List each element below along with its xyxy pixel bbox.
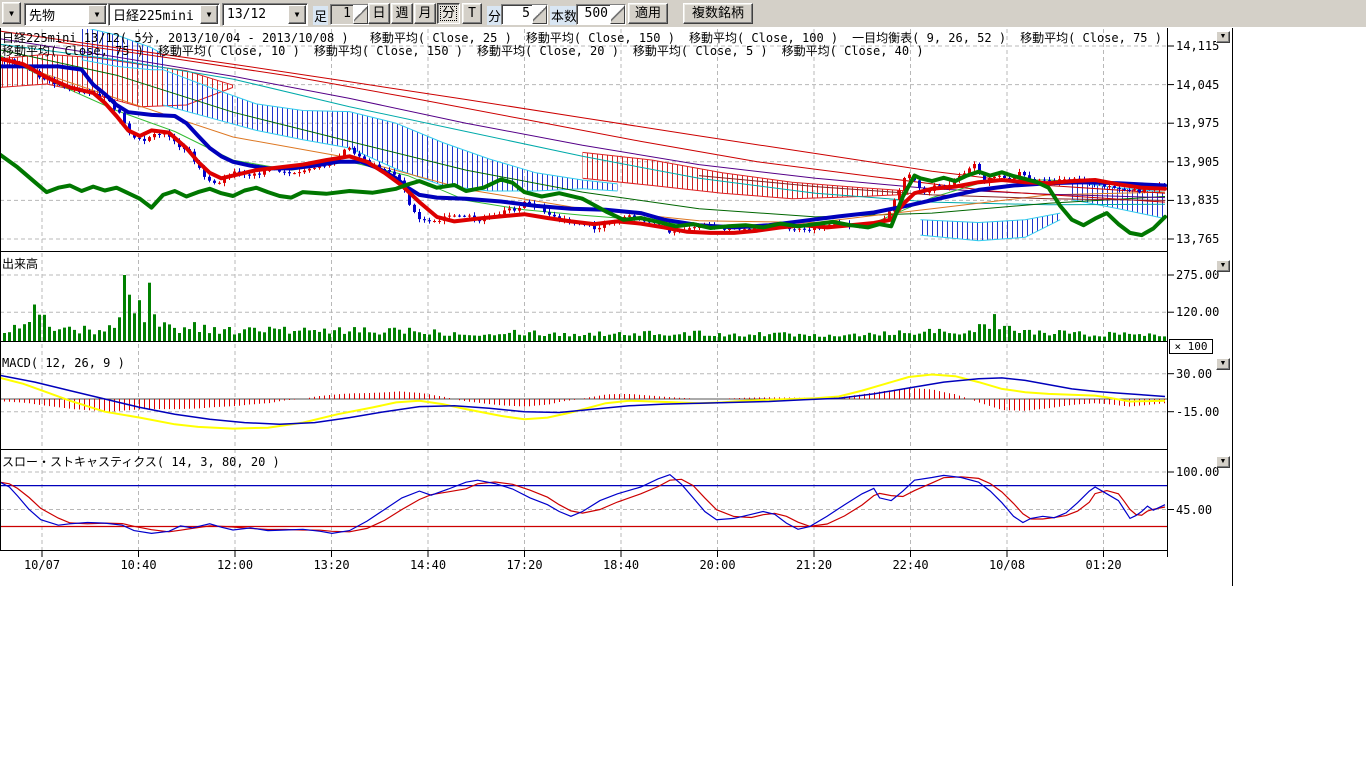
time-axis-label: 13:20 <box>313 558 349 572</box>
indicator-row: 移動平均( Close, 75 ) 移動平均( Close, 10 ) 移動平均( … <box>2 42 938 59</box>
time-axis-label: 22:40 <box>892 558 928 572</box>
volume-scale-menu-button[interactable]: ▼ <box>1216 260 1230 272</box>
indicator-label: 移動平均( Close, 10 ) <box>158 44 300 58</box>
chart-area: 日経225mini 13/12( 5分, 2013/10/04 - 2013/1… <box>0 0 1366 768</box>
macd-axis-label: -15.00 <box>1176 405 1219 419</box>
chart-application-window: ▼ 先物 ▼ 日経225mini ▼ 13/12 ▼ 足 1 日 週 月 分 T… <box>0 0 1366 768</box>
macd-axis-label: 30.00 <box>1176 367 1212 381</box>
price-axis-label: 14,115 <box>1176 39 1219 53</box>
time-axis-label: 12:00 <box>217 558 253 572</box>
time-axis-label: 14:40 <box>410 558 446 572</box>
indicator-label: 移動平均( Close, 40 ) <box>782 44 924 58</box>
indicator-label: 移動平均( Close, 75 ) <box>2 44 144 58</box>
time-axis-label: 18:40 <box>603 558 639 572</box>
price-scale-menu-button[interactable]: ▼ <box>1216 31 1230 43</box>
time-axis-label: 10:40 <box>120 558 156 572</box>
stoch-scale-menu-button[interactable]: ▼ <box>1216 456 1230 468</box>
macd-series <box>0 375 1167 429</box>
volume-multiplier-box: × 100 <box>1169 339 1213 354</box>
price-axis-label: 13,975 <box>1176 116 1219 130</box>
volume-axis-label: 275.00 <box>1176 268 1219 282</box>
price-axis-label: 13,765 <box>1176 232 1219 246</box>
volume-axis-label: 120.00 <box>1176 305 1219 319</box>
indicator-label: 移動平均( Close, 75 ) <box>1020 31 1162 45</box>
time-axis-label: 10/07 <box>24 558 60 572</box>
price-axis-label: 13,835 <box>1176 193 1219 207</box>
indicator-label: 移動平均( Close, 150 ) <box>314 44 463 58</box>
time-axis-label: 20:00 <box>699 558 735 572</box>
time-axis-label: 01:20 <box>1085 558 1121 572</box>
indicator-label: 移動平均( Close, 5 ) <box>633 44 768 58</box>
stoch-axis-label: 45.00 <box>1176 503 1212 517</box>
indicator-label: 移動平均( Close, 20 ) <box>477 44 619 58</box>
macd-scale-menu-button[interactable]: ▼ <box>1216 358 1230 370</box>
stochastics-series <box>0 475 1167 534</box>
price-axis-label: 14,045 <box>1176 78 1219 92</box>
stoch-axis-label: 100.00 <box>1176 465 1219 479</box>
volume-panel-label: 出来高 <box>2 255 38 272</box>
chart-canvas <box>0 28 1240 588</box>
time-axis-label: 17:20 <box>506 558 542 572</box>
stoch-panel-label: スロー・ストキャスティクス( 14, 3, 80, 20 ) <box>2 453 280 470</box>
price-axis-label: 13,905 <box>1176 155 1219 169</box>
time-axis-label: 21:20 <box>796 558 832 572</box>
time-axis-label: 10/08 <box>989 558 1025 572</box>
macd-panel-label: MACD( 12, 26, 9 ) <box>2 356 125 370</box>
volume-bars <box>3 275 1166 341</box>
